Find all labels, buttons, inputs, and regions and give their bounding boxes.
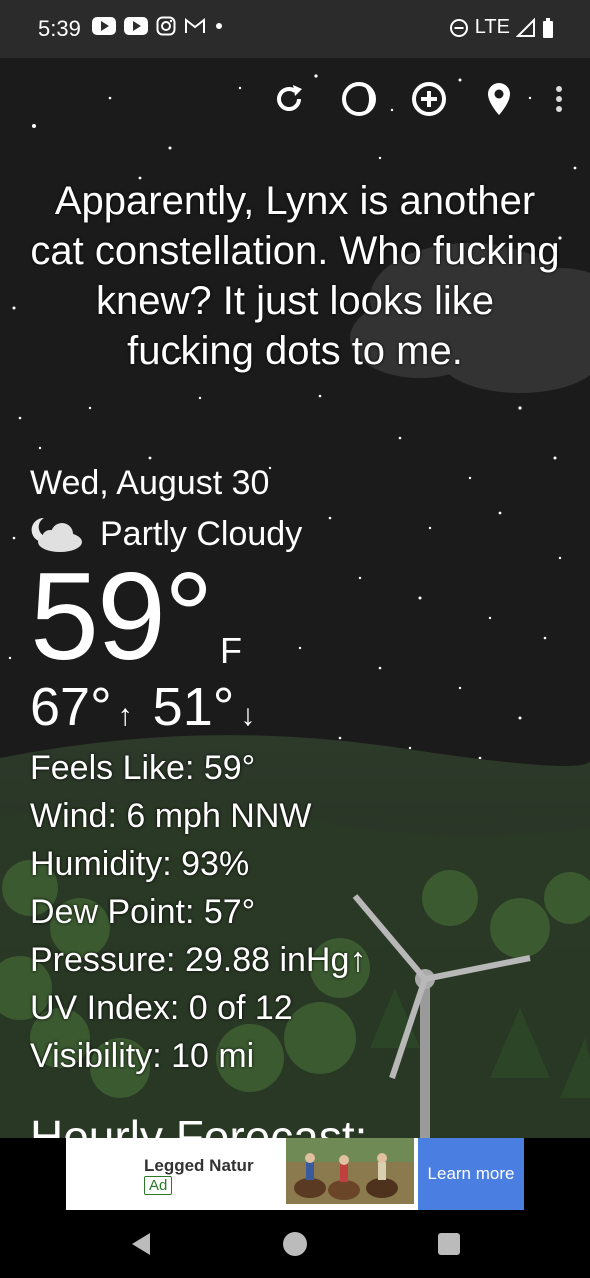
visibility: Visibility: 10 mi	[30, 1037, 255, 1075]
youtube-icon	[92, 17, 116, 35]
more-vertical-icon	[556, 86, 562, 112]
add-circle-icon	[412, 82, 446, 116]
refresh-icon	[277, 85, 302, 111]
learn-more-button[interactable]: Learn more	[418, 1138, 524, 1210]
overflow-menu-button[interactable]	[538, 78, 580, 120]
moon-phase-button[interactable]	[338, 78, 380, 120]
forecast-date: Wed, August 30	[30, 464, 270, 502]
system-navigation-bar	[0, 1210, 590, 1278]
pressure: Pressure: 29.88 inHg↑	[30, 941, 367, 979]
ad-image-horseback-riders	[286, 1138, 414, 1204]
high-low-temperatures: 67° ↑ 51° ↓	[30, 676, 255, 738]
dew-point: Dew Point: 57°	[30, 893, 256, 931]
feels-like: Feels Like: 59°	[30, 749, 256, 787]
refresh-button[interactable]	[268, 78, 310, 120]
wind: Wind: 6 mph NNW	[30, 797, 312, 835]
more-notifications-dot	[216, 23, 222, 29]
temperature-unit: F	[220, 630, 242, 671]
home-icon[interactable]	[281, 1230, 309, 1258]
weather-details: Feels Like: 59° Wind: 6 mph NNW Humidity…	[30, 744, 366, 1080]
snarky-quote: Apparently, Lynx is another cat constell…	[30, 179, 560, 373]
location-pin-icon	[488, 83, 510, 115]
add-location-button[interactable]	[408, 78, 450, 120]
battery-icon	[543, 17, 553, 38]
uv-index: UV Index: 0 of 12	[30, 989, 293, 1027]
current-temperature: 59°	[30, 548, 214, 686]
instagram-icon	[156, 16, 176, 36]
low-temperature: 51°	[152, 677, 235, 737]
status-time: 5:39	[38, 16, 81, 41]
toolbar	[262, 78, 580, 120]
ad-title: Legged Natur	[144, 1156, 254, 1175]
ad-banner[interactable]: Legged Natur Ad Learn more	[66, 1138, 524, 1210]
ad-strip: Legged Natur Ad Learn more	[0, 1138, 590, 1210]
signal-icon	[516, 17, 535, 37]
low-arrow: ↓	[240, 699, 256, 732]
high-arrow: ↑	[117, 699, 133, 732]
system-icons: LTE	[449, 16, 554, 39]
recents-icon[interactable]	[435, 1230, 463, 1258]
youtube-icon	[124, 17, 148, 35]
do-not-disturb-icon	[449, 18, 468, 37]
high-temperature: 67°	[30, 677, 112, 737]
notification-icons	[92, 16, 224, 36]
network-type: LTE	[474, 16, 510, 38]
ad-badge: Ad	[144, 1176, 173, 1195]
moon-phase-icon	[342, 82, 376, 116]
status-bar: 5:39 LTE	[0, 0, 590, 58]
location-button[interactable]	[478, 78, 520, 120]
back-icon[interactable]	[128, 1230, 156, 1258]
gmail-icon	[185, 17, 205, 33]
humidity: Humidity: 93%	[30, 845, 250, 883]
